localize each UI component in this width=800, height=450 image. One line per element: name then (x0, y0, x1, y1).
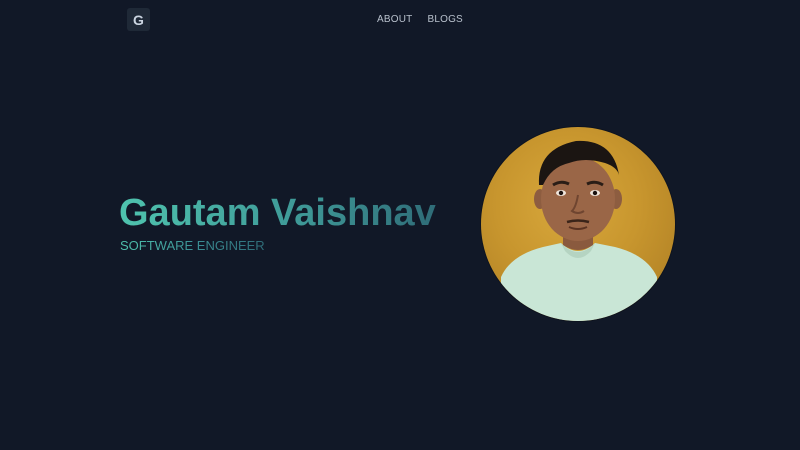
logo-button[interactable]: G (127, 8, 150, 31)
nav-blogs-link[interactable]: BLOGS (427, 14, 462, 26)
profile-photo-illustration (501, 140, 657, 321)
page: G ABOUT BLOGS Gautam Vaishnav SOFTWARE E… (0, 0, 800, 450)
top-nav: ABOUT BLOGS (377, 14, 463, 26)
logo-letter: G (133, 11, 144, 28)
hero-name: Gautam Vaishnav (119, 192, 436, 234)
hero-role: SOFTWARE ENGINEER (120, 238, 265, 253)
profile-photo (481, 127, 675, 321)
nav-about-link[interactable]: ABOUT (377, 14, 412, 26)
